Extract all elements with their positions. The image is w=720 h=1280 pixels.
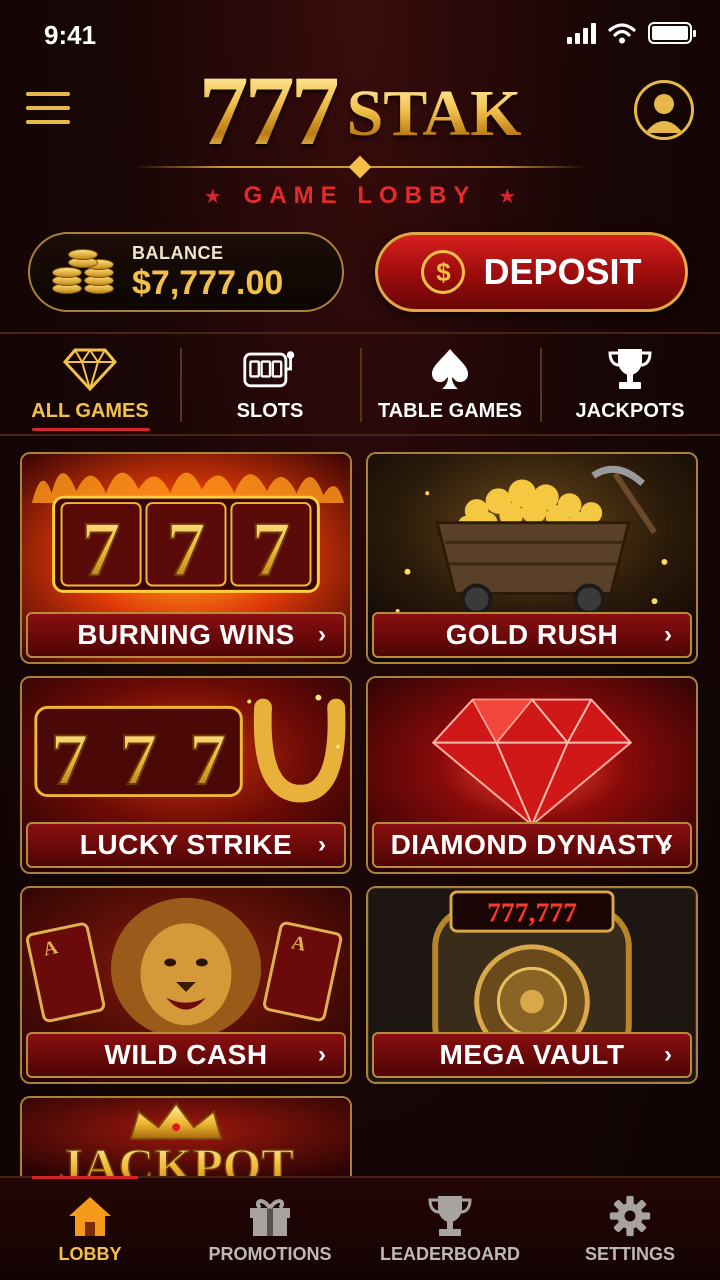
nav-label: LEADERBOARD: [379, 1243, 520, 1264]
nav-promotions[interactable]: PROMOTIONS: [180, 1178, 360, 1280]
gift-icon: [250, 1198, 290, 1236]
game-title: GOLD RUSH: [445, 619, 619, 650]
page-subtitle: GAME LOBBY: [243, 182, 477, 209]
game-title: MEGA VAULT: [439, 1039, 625, 1070]
jackpot-banner-text: JACKPOT: [58, 1138, 294, 1178]
slot-machine-icon: [242, 346, 298, 392]
game-title: WILD CASH: [104, 1039, 268, 1070]
balance-display: BALANCE $7,777.00: [28, 232, 344, 312]
category-tabs: ALL GAMES SLOTS TABLE GAMES JACKPOTS: [0, 332, 720, 436]
chevron-right-icon: ›: [318, 831, 326, 858]
game-title: DIAMOND DYNASTY: [390, 829, 674, 860]
chevron-right-icon: ›: [664, 621, 672, 648]
coin-stack-icon: [52, 247, 118, 297]
game-title-bar: BURNING WINS ›: [26, 612, 346, 658]
game-title-bar: GOLD RUSH ›: [372, 612, 692, 658]
dollar-coin-icon: $: [421, 250, 466, 294]
balance-value: $7,777.00: [132, 263, 284, 302]
active-tab-indicator: [32, 428, 150, 431]
game-card-lucky-strike[interactable]: 7 7 7 LUCKY STRIKE ›: [20, 676, 352, 874]
tab-slots[interactable]: SLOTS: [180, 334, 360, 434]
wifi-icon: [608, 23, 636, 44]
game-card-mega-vault[interactable]: 777,777 MEGA VAULT ›: [366, 886, 698, 1084]
game-card-wild-cash[interactable]: A A WILD CASH ›: [20, 886, 352, 1084]
nav-label: SETTINGS: [584, 1243, 675, 1264]
game-title-bar: LUCKY STRIKE ›: [26, 822, 346, 868]
logo-word: STAK: [346, 77, 522, 150]
app-logo: 777 STAK: [120, 55, 600, 166]
game-title: BURNING WINS: [77, 619, 295, 650]
svg-text:7: 7: [51, 718, 89, 801]
vault-counter: 777,777: [487, 896, 577, 927]
spade-icon: [422, 346, 478, 392]
game-card-gold-rush[interactable]: GOLD RUSH ›: [366, 452, 698, 664]
svg-text:7: 7: [120, 718, 158, 801]
crown-jackpot-art: JACKPOT: [22, 1098, 350, 1178]
tab-label: SLOTS: [236, 399, 304, 422]
game-title-bar: MEGA VAULT ›: [372, 1032, 692, 1078]
battery-icon: [648, 22, 696, 44]
chevron-right-icon: ›: [664, 831, 672, 858]
game-title-bar: WILD CASH ›: [26, 1032, 346, 1078]
tab-label: ALL GAMES: [31, 399, 149, 422]
game-title-bar: DIAMOND DYNASTY ›: [372, 822, 692, 868]
home-icon: [69, 1196, 111, 1236]
nav-lobby[interactable]: LOBBY: [0, 1176, 180, 1280]
chevron-right-icon: ›: [318, 1041, 326, 1068]
logo-number: 777: [198, 55, 341, 166]
tab-jackpots[interactable]: JACKPOTS: [540, 334, 720, 434]
game-card-diamond-dynasty[interactable]: DIAMOND DYNASTY ›: [366, 676, 698, 874]
tab-label: JACKPOTS: [575, 399, 685, 422]
game-card-burning-wins[interactable]: 7 7 7 BURNING WINS ›: [20, 452, 352, 664]
star-icon: ★: [498, 185, 517, 208]
svg-text:7: 7: [81, 507, 121, 594]
tab-all-games[interactable]: ALL GAMES: [0, 334, 180, 434]
gear-icon: [609, 1195, 651, 1236]
subtitle-row: ★ GAME LOBBY ★: [0, 182, 720, 210]
game-card-jackpot[interactable]: JACKPOT: [20, 1096, 352, 1178]
hamburger-menu-icon[interactable]: [26, 88, 72, 128]
svg-text:7: 7: [166, 507, 206, 594]
status-time: 9:41: [44, 20, 97, 50]
balance-label: BALANCE: [132, 242, 224, 263]
divider-diamond-icon: [348, 155, 372, 179]
nav-settings[interactable]: SETTINGS: [540, 1178, 720, 1280]
signal-icon: [567, 22, 596, 44]
nav-label: PROMOTIONS: [208, 1243, 332, 1264]
tab-label: TABLE GAMES: [377, 399, 523, 422]
diamond-icon: [62, 346, 118, 392]
trophy-icon: [602, 346, 658, 392]
status-icons: [567, 22, 696, 44]
game-title: LUCKY STRIKE: [79, 829, 293, 860]
deposit-label: DEPOSIT: [483, 251, 642, 292]
chevron-right-icon: ›: [664, 1041, 672, 1068]
active-nav-indicator: [32, 1176, 138, 1179]
bottom-nav: LOBBY PROMOTIONS LEADERBOARD SETTINGS: [0, 1176, 720, 1280]
svg-text:7: 7: [251, 507, 291, 594]
svg-text:7: 7: [189, 718, 227, 801]
chevron-right-icon: ›: [318, 621, 326, 648]
trophy-icon: [428, 1195, 472, 1236]
star-icon: ★: [203, 185, 222, 208]
deposit-button[interactable]: $ DEPOSIT: [375, 232, 688, 312]
profile-avatar-icon[interactable]: [634, 80, 694, 140]
nav-label: LOBBY: [58, 1243, 122, 1264]
tab-table-games[interactable]: TABLE GAMES: [360, 334, 540, 434]
nav-leaderboard[interactable]: LEADERBOARD: [360, 1178, 540, 1280]
